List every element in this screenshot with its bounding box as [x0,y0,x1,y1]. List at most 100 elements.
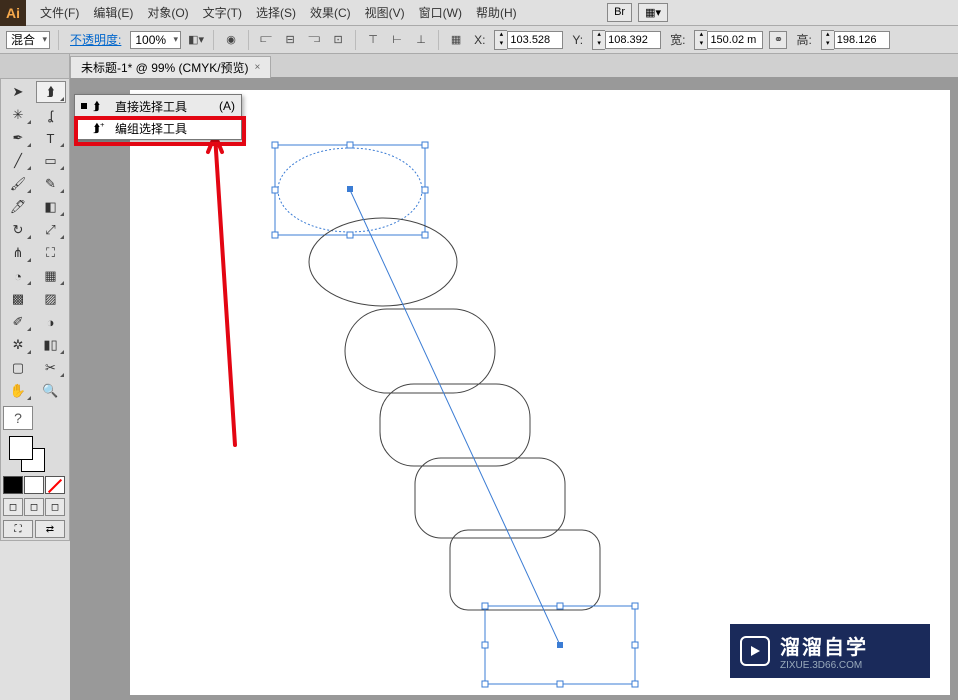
close-tab-icon[interactable]: × [255,62,261,73]
pen-tool[interactable]: ✒ [3,127,33,149]
opacity-label[interactable]: 不透明度: [67,31,124,48]
opacity-dropdown[interactable]: 100% [130,31,181,49]
gradient-fill-button[interactable] [24,476,44,494]
symbol-sprayer-tool[interactable]: ✲ [3,334,33,356]
blob-brush-tool[interactable]: 🖊 [3,196,33,218]
lasso-tool[interactable]: ʆ [36,104,66,126]
toggle-panel-button[interactable]: ⇄ [35,520,65,538]
align-icon-2[interactable]: ⊟ [281,31,299,49]
toolbox: ➤ ⮭ ✳ ʆ ✒ T ╱ ▭ 🖌 ✎ 🖊 ◧ ↻ ⤢ ⋔ ⛶ ◔ ▦ ▩ ▨ … [0,78,70,541]
selection-tool[interactable]: ➤ [3,81,33,103]
fill-swatch[interactable] [9,436,33,460]
blend-step-shape [345,309,495,393]
width-tool[interactable]: ⋔ [3,242,33,264]
link-wh-icon[interactable]: ⚭ [769,31,787,49]
transform-anchor-icon[interactable]: ▦ [447,31,465,49]
group-select-cursor-icon: ⮭⁺ [93,121,109,136]
gradient-tool[interactable]: ▨ [36,288,66,310]
flyout-direct-label: 直接选择工具 [115,98,187,115]
menu-window[interactable]: 窗口(W) [413,0,468,25]
y-label: Y: [569,33,586,47]
slice-tool[interactable]: ✂ [36,357,66,379]
arrange-button[interactable]: ▦▾ [638,3,668,22]
magic-wand-tool[interactable]: ✳ [3,104,33,126]
direct-selection-tool[interactable]: ⮭ [36,81,66,103]
main-menu: 文件(F) 编辑(E) 对象(O) 文字(T) 选择(S) 效果(C) 视图(V… [34,0,523,25]
shape-builder-tool[interactable]: ◔ [3,265,33,287]
canvas-area[interactable]: 溜溜自学 ZIXUE.3D66.COM [70,78,958,700]
none-fill-button[interactable] [45,476,65,494]
divider [438,30,439,50]
document-tab-bar: 未标题-1* @ 99% (CMYK/预览) × [0,54,958,78]
menu-edit[interactable]: 编辑(E) [87,0,139,25]
screen-mode-button[interactable]: ⛶ [3,520,33,538]
draw-behind-icon[interactable]: ◻ [24,498,44,516]
y-stepper[interactable]: ▴▾ [592,30,661,50]
align-icon-4[interactable]: ⊡ [329,31,347,49]
play-icon [740,636,770,666]
menu-object[interactable]: 对象(O) [141,0,194,25]
h-stepper[interactable]: ▴▾ [821,30,890,50]
eraser-tool[interactable]: ◧ [36,196,66,218]
zoom-tool[interactable]: 🔍 [36,380,66,402]
align-v-1[interactable]: ⊤ [364,31,382,49]
document-tab-title: 未标题-1* @ 99% (CMYK/预览) [81,59,249,76]
w-input[interactable] [707,31,763,49]
blend-step-shape [380,384,530,466]
divider [213,30,214,50]
hand-tool[interactable]: ✋ [3,380,33,402]
align-v-3[interactable]: ⊥ [412,31,430,49]
align-icon-1[interactable]: ⫍ [257,31,275,49]
mesh-tool[interactable]: ▩ [3,288,33,310]
graph-tool[interactable]: ▮▯ [36,334,66,356]
blend-tool[interactable]: ◑ [36,311,66,333]
h-label: 高: [793,31,814,48]
scale-tool[interactable]: ⤢ [36,219,66,241]
line-tool[interactable]: ╱ [3,150,33,172]
brush-tool[interactable]: 🖌 [3,173,33,195]
h-input[interactable] [834,31,890,49]
flyout-direct-select[interactable]: ⮭ 直接选择工具 (A) [75,95,241,117]
x-label: X: [471,33,488,47]
type-tool[interactable]: T [36,127,66,149]
w-label: 宽: [667,31,688,48]
perspective-tool[interactable]: ▦ [36,265,66,287]
style-icon[interactable]: ◧▾ [187,31,205,49]
bridge-button[interactable]: Br [607,3,632,22]
flyout-group-select[interactable]: ⮭⁺ 编组选择工具 [75,117,241,139]
document-tab[interactable]: 未标题-1* @ 99% (CMYK/预览) × [70,56,271,78]
align-v-2[interactable]: ⊢ [388,31,406,49]
menu-file[interactable]: 文件(F) [34,0,85,25]
w-stepper[interactable]: ▴▾ [694,30,763,50]
y-input[interactable] [605,31,661,49]
eyedropper-tool[interactable]: ✐ [3,311,33,333]
selection-tool-flyout: ⮭ 直接选择工具 (A) ⮭⁺ 编组选择工具 [74,94,242,140]
menu-help[interactable]: 帮助(H) [470,0,523,25]
rectangle-tool[interactable]: ▭ [36,150,66,172]
recolor-icon[interactable]: ◉ [222,31,240,49]
divider [58,30,59,50]
blend-spine [350,190,560,645]
align-icon-3[interactable]: ⫎ [305,31,323,49]
screen-mode-row: ⛶ ⇄ [3,520,67,538]
blend-mode-dropdown[interactable]: 混合 [6,31,50,49]
fill-stroke-swatch[interactable] [3,434,67,474]
tool-grid: ➤ ⮭ ✳ ʆ ✒ T ╱ ▭ 🖌 ✎ 🖊 ◧ ↻ ⤢ ⋔ ⛶ ◔ ▦ ▩ ▨ … [3,81,67,402]
menu-type[interactable]: 文字(T) [197,0,248,25]
menu-view[interactable]: 视图(V) [359,0,411,25]
artboard-tool[interactable]: ▢ [3,357,33,379]
menu-select[interactable]: 选择(S) [250,0,302,25]
x-input[interactable] [507,31,563,49]
color-fill-button[interactable] [3,476,23,494]
x-stepper[interactable]: ▴▾ [494,30,563,50]
artboard[interactable] [130,90,950,695]
draw-normal-icon[interactable]: ◻ [3,498,23,516]
tool-help-button[interactable]: ? [3,406,33,430]
rotate-tool[interactable]: ↻ [3,219,33,241]
pencil-tool[interactable]: ✎ [36,173,66,195]
free-transform-tool[interactable]: ⛶ [36,242,66,264]
draw-inside-icon[interactable]: ◻ [45,498,65,516]
menu-effect[interactable]: 效果(C) [304,0,357,25]
blend-step-shape [415,458,565,538]
menu-bar: Ai 文件(F) 编辑(E) 对象(O) 文字(T) 选择(S) 效果(C) 视… [0,0,958,26]
